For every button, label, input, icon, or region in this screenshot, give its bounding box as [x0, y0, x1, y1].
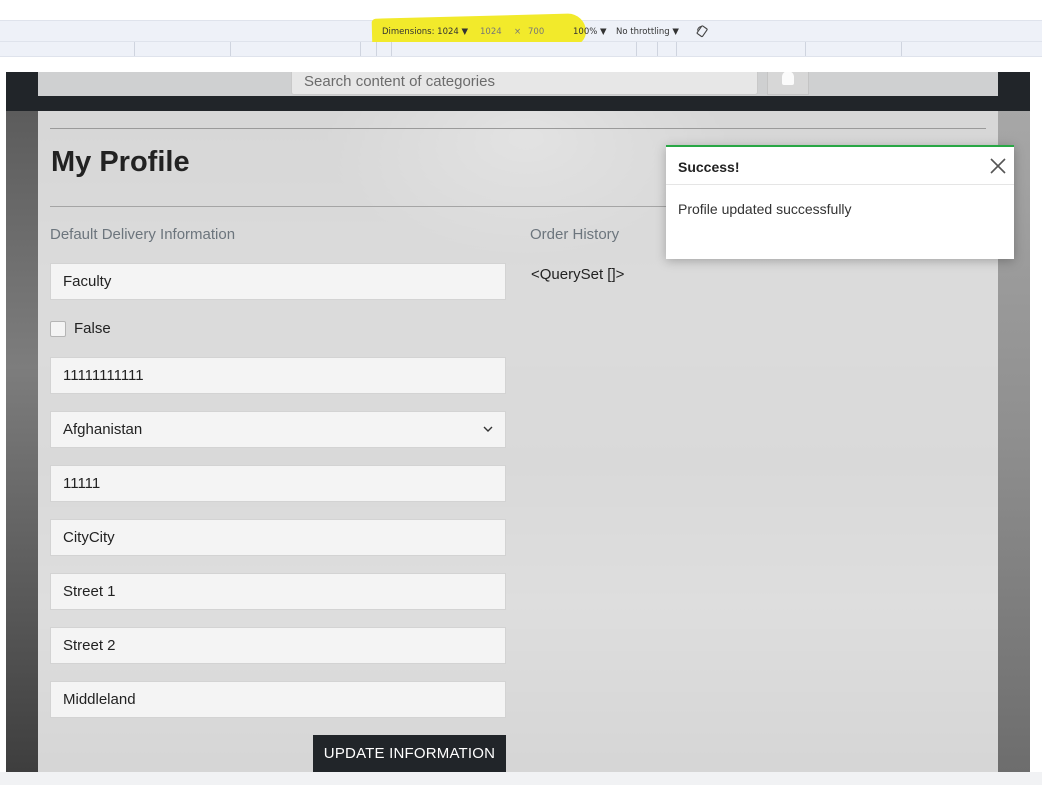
- navbar-search-area: Search content of categories: [38, 72, 998, 96]
- order-history-heading: Order History: [530, 226, 620, 243]
- update-information-button[interactable]: UPDATE INFORMATION: [313, 735, 506, 772]
- name-field[interactable]: Faculty: [50, 263, 506, 300]
- width-input[interactable]: 1024: [480, 27, 502, 37]
- media-query-ruler: [0, 42, 1042, 57]
- background-photo-left-edge: [6, 97, 38, 772]
- toast-header: Success!: [666, 147, 1014, 185]
- search-icon: [782, 72, 794, 85]
- height-input[interactable]: 700: [528, 27, 544, 37]
- chevron-down-icon: [483, 426, 493, 432]
- times-symbol: ×: [514, 27, 522, 37]
- street2-field[interactable]: Street 2: [50, 627, 506, 664]
- street1-field[interactable]: Street 1: [50, 573, 506, 610]
- page-title: My Profile: [51, 146, 190, 178]
- save-info-checkbox[interactable]: [50, 321, 66, 337]
- delivery-info-heading: Default Delivery Information: [50, 226, 236, 243]
- postcode-field[interactable]: 11111: [50, 465, 506, 502]
- devtools-toolbar: Dimensions: 1024 ▼ 1024 × 700 100% ▼ No …: [0, 0, 1042, 51]
- site-navbar: Search content of categories: [6, 72, 1030, 111]
- county-field[interactable]: Middleland: [50, 681, 506, 718]
- zoom-dropdown[interactable]: 100% ▼: [573, 27, 607, 37]
- city-field[interactable]: CityCity: [50, 519, 506, 556]
- order-history-value: <QuerySet []>: [531, 266, 625, 283]
- toast-message: Profile updated successfully: [678, 201, 852, 217]
- phone-field[interactable]: 11111111111: [50, 357, 506, 394]
- devtools-bottom-strip: [0, 772, 1042, 785]
- search-input[interactable]: Search content of categories: [291, 72, 758, 95]
- search-button[interactable]: [767, 72, 809, 95]
- throttling-dropdown[interactable]: No throttling ▼: [616, 27, 679, 37]
- dimensions-dropdown[interactable]: Dimensions: 1024 ▼: [382, 27, 468, 37]
- success-toast: Success! Profile updated successfully: [666, 145, 1014, 259]
- divider-top: [50, 128, 986, 129]
- country-select[interactable]: Afghanistan: [50, 411, 506, 448]
- country-select-value: Afghanistan: [63, 421, 143, 438]
- toast-title: Success!: [678, 159, 740, 175]
- close-icon[interactable]: [989, 157, 1007, 175]
- checkbox-label: False: [74, 320, 111, 337]
- rotate-icon[interactable]: [696, 25, 709, 38]
